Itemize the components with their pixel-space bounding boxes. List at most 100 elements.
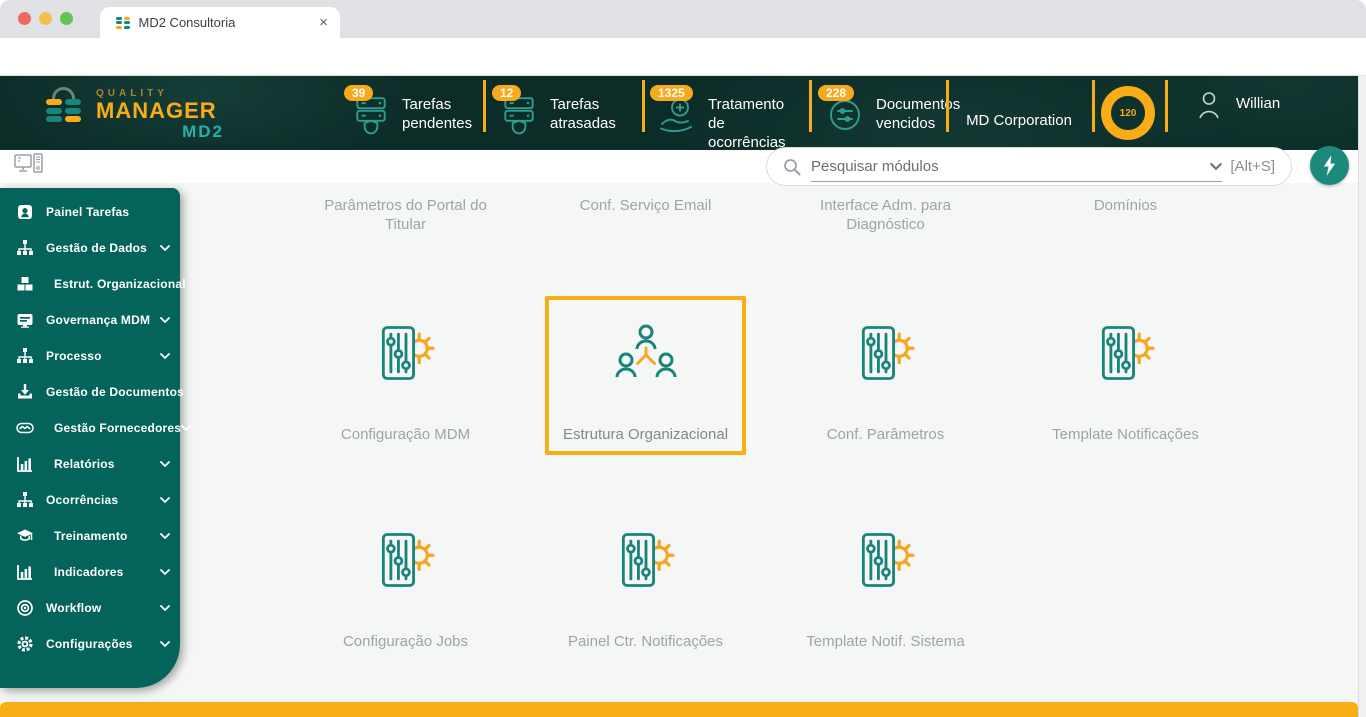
company-name[interactable]: MD Corporation (946, 112, 1092, 129)
task-shield-icon: 39 (344, 85, 392, 135)
module-tile-label: Conf. Parâmetros (826, 426, 945, 443)
stat-tarefas-pendentes[interactable]: 39 Tarefas pendentes (344, 85, 474, 135)
tab-close-icon[interactable]: × (319, 14, 328, 31)
hand-plus-icon: 1325 (650, 85, 698, 135)
module-tile-configuracao-jobs[interactable]: Configuração Jobs (305, 503, 506, 662)
module-tile-label: Configuração Jobs (342, 633, 469, 650)
task-shield-icon: 12 (492, 85, 540, 135)
sidebar-item-label: Configurações (46, 637, 133, 651)
module-tile-template-notif-sistema[interactable]: Template Notif. Sistema (785, 503, 986, 662)
modules-grid: Parâmetros do Portal do Titular Conf. Se… (0, 183, 1358, 717)
sidebar-item-label: Governança MDM (46, 313, 151, 327)
person-badge-icon (13, 203, 37, 221)
graduation-cap-icon (13, 527, 37, 545)
chevron-down-icon (160, 317, 170, 323)
sitemap-icon (13, 239, 37, 257)
sitemap-icon (13, 347, 37, 365)
module-tile-partial[interactable]: Conf. Serviço Email (545, 196, 746, 215)
header-divider (642, 80, 645, 132)
sliders-circle-icon: 228 (818, 85, 866, 135)
module-tile-estrutura-organizacional-selected[interactable]: Estrutura Organizacional (545, 296, 746, 455)
browser-window: MD2 Consultoria × ← → md2consultoria.com… (0, 0, 1366, 717)
sidebar-item-configuracoes[interactable]: Configurações (0, 626, 180, 662)
chevron-down-icon (181, 425, 191, 431)
handshake-icon (13, 419, 37, 437)
stat-documentos-vencidos[interactable]: 228 Documentos vencidos (818, 85, 960, 135)
header-divider (483, 80, 486, 132)
chevron-down-icon[interactable] (1210, 163, 1222, 170)
sidebar-item-label: Treinamento (54, 529, 128, 543)
count-badge: 12 (492, 85, 522, 101)
sliders-gear-icon (372, 322, 440, 384)
sitemap-icon (13, 491, 37, 509)
chevron-down-icon (160, 353, 170, 359)
module-tile-painel-ctr-notificacoes[interactable]: Painel Ctr. Notificações (545, 503, 746, 662)
user-name: Willian (1236, 95, 1281, 112)
module-tile-label: Template Notificações (1052, 426, 1199, 443)
sliders-gear-icon (852, 322, 920, 384)
sidebar-item-label: Painel Tarefas (46, 205, 130, 219)
module-tile-label: Configuração MDM (340, 426, 471, 443)
sidebar-item-gestao-de-documentos[interactable]: Gestão de Documentos (0, 374, 184, 410)
chevron-down-icon (160, 461, 170, 467)
search-icon (783, 158, 801, 176)
sidebar-item-ocorrencias[interactable]: Ocorrências (0, 482, 180, 518)
sliders-gear-icon (612, 529, 680, 591)
browser-tab[interactable]: MD2 Consultoria × (100, 7, 340, 38)
chevron-down-icon (160, 641, 170, 647)
sidebar-item-treinamento[interactable]: Treinamento (0, 518, 180, 554)
sidebar-item-label: Relatórios (54, 457, 115, 471)
search-shortcut-hint: [Alt+S] (1230, 158, 1275, 175)
sidebar-item-gestao-fornecedores[interactable]: Gestão Fornecedores (0, 410, 180, 446)
sidebar-item-label: Workflow (46, 601, 102, 615)
logo-lock-icon (44, 86, 84, 134)
maximize-window-button[interactable] (60, 12, 73, 25)
sidebar-item-estrut-organizacional[interactable]: Estrut. Organizacional (0, 266, 186, 302)
logo-md2-text: MD2 (182, 122, 224, 141)
workstation-icon[interactable] (14, 153, 44, 175)
score-ring[interactable]: 120 (1101, 86, 1155, 140)
org-chart-icon (614, 322, 678, 384)
close-window-button[interactable] (18, 12, 31, 25)
stat-tratamento-ocorrencias[interactable]: 1325 Tratamento de ocorrências (650, 85, 804, 152)
module-tile-conf-parametros[interactable]: Conf. Parâmetros (785, 296, 986, 455)
sidebar-item-workflow[interactable]: Workflow (0, 590, 180, 626)
sidebar-item-painel-tarefas[interactable]: Painel Tarefas (0, 194, 180, 230)
module-tile-partial[interactable]: Parâmetros do Portal do Titular (305, 196, 506, 234)
download-icon (13, 383, 37, 401)
module-tile-template-notificacoes[interactable]: Template Notificações (1025, 296, 1226, 455)
sliders-gear-icon (1092, 322, 1160, 384)
site-favicon (116, 16, 130, 29)
app-logo: QUALITY MANAGER MD2 (44, 86, 224, 141)
module-search: [Alt+S] (766, 147, 1292, 186)
browser-tab-strip: MD2 Consultoria × (0, 0, 1366, 38)
sidebar-item-governanca-mdm[interactable]: Governança MDM (0, 302, 180, 338)
sidebar-item-label: Gestão de Documentos (46, 385, 185, 399)
footer-accent-bar (0, 702, 1358, 717)
chevron-down-icon (160, 497, 170, 503)
search-input[interactable] (811, 157, 1211, 175)
bar-chart-icon (13, 563, 37, 581)
quick-action-button[interactable] (1310, 146, 1349, 185)
user-menu[interactable]: Willian (1196, 90, 1280, 120)
module-tile-configuracao-mdm[interactable]: Configuração MDM (305, 296, 506, 455)
chevron-down-icon (160, 605, 170, 611)
stat-label: Tarefas pendentes (402, 96, 473, 132)
sidebar-item-processo[interactable]: Processo (0, 338, 180, 374)
module-tile-label: Estrutura Organizacional (562, 426, 729, 443)
sidebar-item-gestao-de-dados[interactable]: Gestão de Dados (0, 230, 180, 266)
sidebar-item-relatorios[interactable]: Relatórios (0, 446, 180, 482)
module-tile-partial[interactable]: Domínios (1025, 196, 1226, 215)
sidebar-item-indicadores[interactable]: Indicadores (0, 554, 180, 590)
module-tile-partial[interactable]: Interface Adm. para Diagnóstico (785, 196, 986, 234)
module-tile-label: Template Notif. Sistema (806, 633, 965, 650)
sidebar-item-label: Ocorrências (46, 493, 119, 507)
stat-label: Tarefas atrasadas (550, 96, 616, 132)
count-badge: 1325 (650, 85, 693, 101)
chevron-down-icon (160, 245, 170, 251)
minimize-window-button[interactable] (39, 12, 52, 25)
sidebar-item-label: Gestão de Dados (46, 241, 148, 255)
header-divider (1092, 80, 1095, 132)
page-scrollbar[interactable] (1358, 76, 1366, 717)
stat-tarefas-atrasadas[interactable]: 12 Tarefas atrasadas (492, 85, 624, 135)
